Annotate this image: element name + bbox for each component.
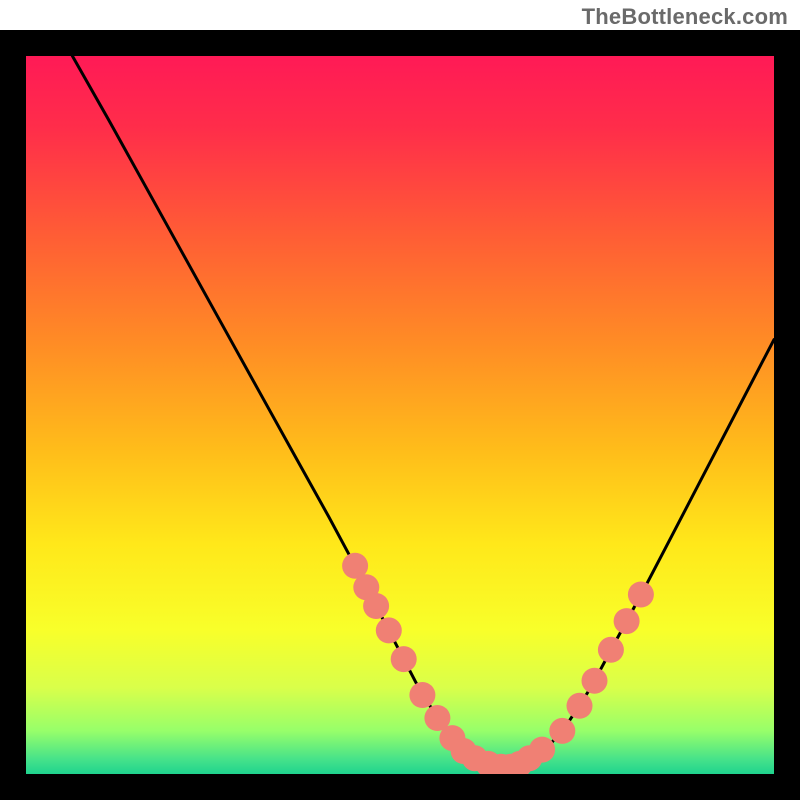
curve-marker [376, 617, 402, 643]
curve-marker [529, 737, 555, 763]
chart-frame [0, 30, 800, 800]
curve-marker [598, 637, 624, 663]
curve-marker [614, 608, 640, 634]
curve-marker [628, 582, 654, 608]
curve-marker [363, 593, 389, 619]
curve-marker [409, 682, 435, 708]
chart-plot [0, 30, 800, 800]
curve-marker [567, 693, 593, 719]
curve-marker [549, 718, 575, 744]
curve-marker [391, 646, 417, 672]
watermark-text: TheBottleneck.com [582, 4, 788, 30]
curve-marker [582, 668, 608, 694]
